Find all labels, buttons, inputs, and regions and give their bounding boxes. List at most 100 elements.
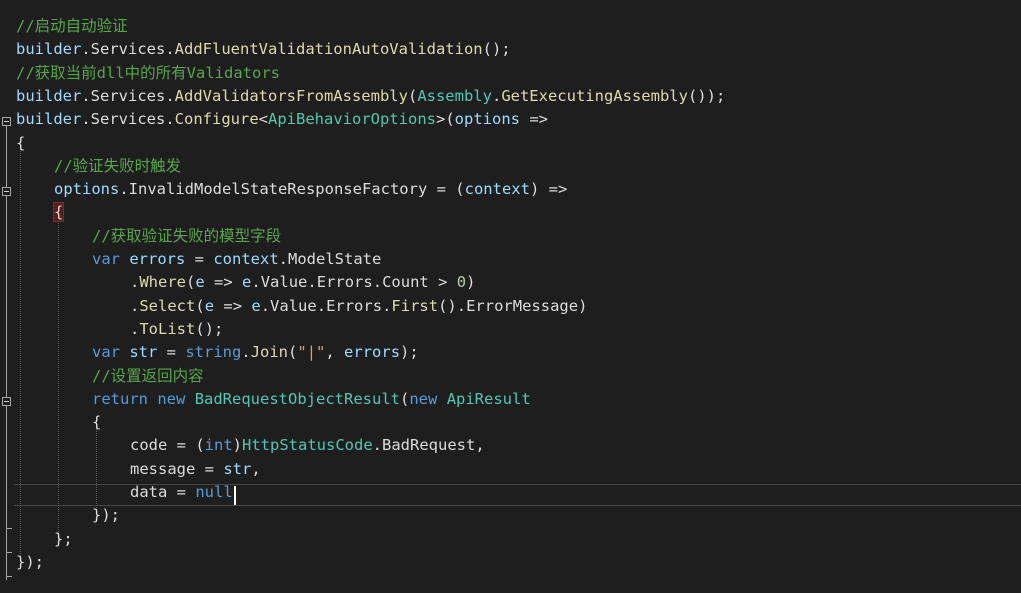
code-token: . bbox=[81, 40, 91, 59]
code-line[interactable]: .Select(e => e.Value.Errors.First().Erro… bbox=[130, 295, 587, 318]
code-token: errors bbox=[344, 343, 401, 362]
code-token: message bbox=[130, 459, 196, 478]
code-token: builder bbox=[16, 86, 82, 105]
code-token: Join bbox=[250, 343, 289, 362]
code-token: . bbox=[372, 273, 383, 292]
code-token: Count bbox=[382, 273, 429, 292]
code-token: //验证失败时触发 bbox=[54, 156, 182, 175]
code-line[interactable]: builder.Services.AddFluentValidationAuto… bbox=[16, 38, 511, 61]
code-line[interactable]: var str = string.Join("|", errors); bbox=[92, 341, 419, 364]
code-line[interactable]: builder.Services.AddValidatorsFromAssemb… bbox=[16, 85, 725, 108]
code-token: Services bbox=[90, 110, 166, 129]
code-token: builder bbox=[16, 110, 82, 129]
code-token: AddValidatorsFromAssembly bbox=[174, 86, 408, 105]
code-line[interactable]: //设置返回内容 bbox=[92, 365, 204, 388]
code-token: Services bbox=[90, 86, 166, 105]
code-token: Value bbox=[270, 296, 317, 315]
code-line[interactable]: options.InvalidModelStateResponseFactory… bbox=[54, 178, 567, 201]
code-token: ()); bbox=[687, 86, 726, 105]
code-token: Assembly bbox=[417, 86, 492, 105]
code-token: { bbox=[16, 133, 26, 152]
code-token: int bbox=[204, 436, 233, 455]
code-line[interactable]: data = null bbox=[130, 481, 233, 504]
code-token: "|" bbox=[297, 343, 326, 362]
code-line[interactable]: code = (int)HttpStatusCode.BadRequest, bbox=[130, 434, 485, 457]
code-token: < bbox=[258, 110, 269, 129]
code-token: //获取当前dll中的所有Validators bbox=[16, 63, 280, 82]
code-token: , bbox=[325, 343, 345, 362]
code-line[interactable]: }); bbox=[16, 551, 44, 574]
code-token: = bbox=[157, 343, 186, 362]
code-line[interactable]: }; bbox=[54, 528, 73, 551]
code-token: }); bbox=[16, 552, 44, 571]
code-token: . bbox=[130, 296, 140, 315]
code-line[interactable]: { bbox=[52, 201, 65, 224]
code-line[interactable]: //获取当前dll中的所有Validators bbox=[16, 62, 280, 85]
code-token: var bbox=[92, 343, 120, 362]
code-token: BadRequest bbox=[382, 436, 476, 455]
code-line[interactable]: //启动自动验证 bbox=[16, 15, 128, 38]
code-line[interactable]: message = str, bbox=[130, 458, 261, 481]
code-token: return bbox=[92, 389, 148, 408]
code-token: ( bbox=[407, 86, 418, 105]
code-token: ( bbox=[400, 389, 410, 408]
code-token: HttpStatusCode bbox=[242, 436, 373, 455]
code-line[interactable]: //验证失败时触发 bbox=[54, 155, 181, 178]
text-caret bbox=[234, 486, 236, 505]
code-line[interactable]: .Where(e => e.Value.Errors.Count > 0) bbox=[130, 271, 475, 294]
code-token: = bbox=[167, 483, 196, 501]
code-token: ) bbox=[466, 273, 476, 292]
code-line[interactable]: var errors = context.ModelState bbox=[92, 248, 381, 271]
collapse-toggle-icon[interactable] bbox=[2, 117, 11, 126]
code-token: e bbox=[195, 273, 205, 292]
code-token: . bbox=[316, 296, 327, 315]
code-line[interactable]: .ToList(); bbox=[130, 318, 223, 341]
code-token: BadRequestObjectResult bbox=[194, 389, 400, 408]
code-token: . bbox=[81, 86, 91, 105]
code-editor[interactable]: //启动自动验证 builder.Services.AddFluentValida… bbox=[0, 0, 1021, 593]
code-line[interactable]: }); bbox=[92, 504, 120, 527]
code-token: ) bbox=[232, 436, 242, 455]
code-token: . bbox=[165, 110, 175, 129]
code-token: = bbox=[195, 459, 224, 478]
code-token: options bbox=[54, 180, 120, 199]
code-token: str bbox=[223, 459, 252, 478]
collapse-toggle-icon[interactable] bbox=[2, 397, 11, 406]
code-token: //设置返回内容 bbox=[92, 366, 204, 385]
code-token: = bbox=[185, 250, 214, 268]
code-token: ToList bbox=[139, 319, 196, 338]
code-token: e bbox=[251, 296, 261, 315]
code-line[interactable]: { bbox=[92, 411, 101, 434]
indent-guide bbox=[58, 216, 59, 542]
code-token: , bbox=[475, 436, 485, 455]
indent-guide bbox=[20, 146, 21, 566]
code-token: new bbox=[157, 389, 186, 408]
code-token: . bbox=[251, 273, 261, 292]
code-token: First bbox=[391, 296, 439, 315]
code-line[interactable]: builder.Services.Configure<ApiBehaviorOp… bbox=[16, 108, 548, 131]
code-token: . bbox=[241, 343, 251, 362]
code-token: ApiBehaviorOptions bbox=[268, 110, 436, 129]
code-token: ) bbox=[578, 296, 588, 315]
code-token: ApiResult bbox=[446, 389, 531, 408]
code-token: => bbox=[520, 110, 548, 129]
code-line[interactable]: { bbox=[16, 132, 25, 155]
code-token: (). bbox=[438, 296, 467, 315]
collapse-toggle-icon[interactable] bbox=[2, 187, 11, 196]
code-token: (); bbox=[195, 319, 224, 338]
code-token: errors bbox=[129, 250, 186, 268]
code-line[interactable]: //获取验证失败的模型字段 bbox=[92, 225, 281, 248]
code-token: . bbox=[130, 273, 140, 292]
code-token: => bbox=[204, 273, 243, 292]
code-token: var bbox=[92, 250, 120, 268]
code-line[interactable]: return new BadRequestObjectResult(new Ap… bbox=[92, 388, 531, 411]
code-token: . bbox=[165, 40, 175, 59]
code-token: str bbox=[129, 343, 158, 362]
code-token: , bbox=[251, 459, 261, 478]
code-token: . bbox=[81, 110, 91, 129]
code-token: ErrorMessage bbox=[466, 296, 579, 315]
